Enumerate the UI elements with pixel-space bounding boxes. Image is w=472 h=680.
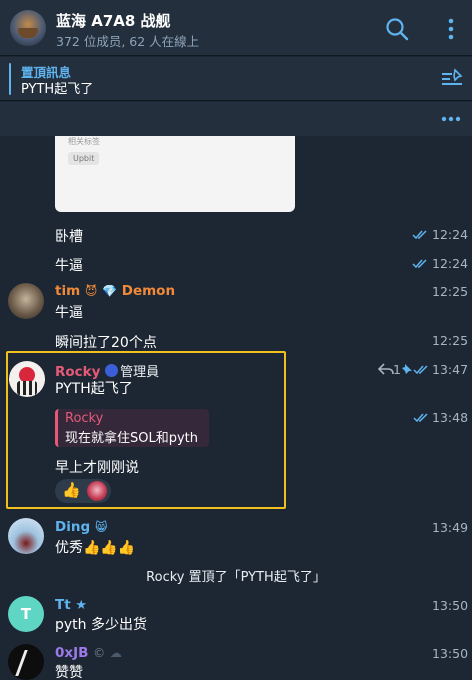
thumbs-up-reaction-icon[interactable]: 👍: [62, 481, 81, 499]
reply-quote[interactable]: Rocky 现在就拿住SOL和pyth: [55, 409, 209, 447]
cloud-icon: ☁: [109, 646, 122, 660]
reactions-bar[interactable]: 👍: [55, 479, 111, 503]
message-time: 12:25: [432, 284, 469, 299]
read-checks-icon: [413, 413, 428, 423]
image-message[interactable]: 相关标签 Upbit: [55, 136, 295, 212]
message-text: 牛逼: [55, 305, 83, 321]
avatar[interactable]: [8, 518, 44, 554]
message-text: 卧槽: [55, 229, 83, 245]
sender-name-text: 0xJB: [55, 645, 89, 661]
message-time: 12:24: [432, 227, 469, 242]
avatar[interactable]: [9, 361, 45, 397]
message-text: 早上才刚刚说: [55, 460, 139, 476]
more-horizontal-icon[interactable]: [441, 110, 461, 128]
secondary-bar: [0, 102, 472, 136]
pin-icon: [402, 364, 412, 374]
sender-name[interactable]: tim 😈 💎 Demon: [55, 283, 175, 299]
message-time: 12:25: [432, 333, 469, 348]
sender-badge: Demon: [121, 283, 176, 299]
reply-icon[interactable]: [378, 363, 394, 375]
cat-emoji-icon: 😸: [94, 520, 108, 534]
copyright-icon: ©: [93, 646, 106, 660]
avatar[interactable]: [8, 283, 44, 319]
message-text: 牛逼: [55, 258, 83, 274]
search-icon[interactable]: [385, 17, 409, 41]
gem-emoji-icon: 💎: [102, 284, 118, 298]
group-avatar[interactable]: [10, 10, 46, 46]
message-text: PYTH起飞了: [55, 381, 133, 397]
admin-badge-icon: [105, 364, 119, 377]
more-vertical-icon[interactable]: [441, 18, 461, 40]
read-checks-icon: [412, 230, 427, 240]
message-time: 13:48: [432, 410, 469, 425]
pinned-text: PYTH起飞了: [21, 82, 94, 97]
read-checks-icon: [412, 259, 427, 269]
quote-author: Rocky: [65, 411, 104, 426]
reply-count: 1: [393, 362, 401, 377]
avatar-letter: T: [20, 605, 32, 623]
message-time: 13:50: [432, 598, 469, 613]
message-time: 13:47: [432, 362, 469, 377]
sender-name[interactable]: Tt ★: [55, 597, 87, 613]
image-tag: Upbit: [68, 152, 100, 165]
quote-text: 现在就拿住SOL和pyth: [65, 431, 199, 446]
member-count: 372 位成员, 62 人在線上: [56, 34, 200, 49]
message-text: 瞬间拉了20个点: [55, 335, 157, 351]
chat-header[interactable]: 蓝海 A7A8 战舰 372 位成员, 62 人在線上: [0, 0, 472, 56]
message-text: 优秀👍👍👍: [55, 540, 136, 556]
pinned-message-bar[interactable]: 置頂訊息 PYTH起飞了: [0, 57, 472, 101]
star-icon: ★: [75, 598, 88, 613]
message-text: 赞赞: [55, 665, 83, 680]
avatar[interactable]: [8, 644, 44, 680]
sender-name-text: tim: [55, 283, 81, 299]
avatar[interactable]: T: [8, 596, 44, 632]
service-message: Rocky 置頂了「PYTH起飞了」: [146, 570, 326, 585]
chat-title[interactable]: 蓝海 A7A8 战舰: [56, 10, 171, 31]
read-checks-icon: [413, 365, 428, 375]
sender-name-text: Ding: [55, 519, 91, 535]
devil-emoji-icon: 😈: [84, 284, 98, 298]
message-time: 12:24: [432, 256, 469, 271]
message-time: 13:49: [432, 520, 469, 535]
sender-name-text: Tt: [55, 597, 71, 613]
sender-name[interactable]: 0xJB © ☁: [55, 645, 122, 661]
message-time: 13:50: [432, 646, 469, 661]
pinned-indicator: [9, 63, 11, 95]
message-text: pyth 多少出货: [55, 617, 147, 633]
image-faint-text: 相关标签: [68, 137, 100, 146]
pin-list-icon[interactable]: [441, 68, 463, 88]
reaction-avatar: [87, 481, 107, 501]
sender-name[interactable]: Ding 😸: [55, 519, 107, 535]
